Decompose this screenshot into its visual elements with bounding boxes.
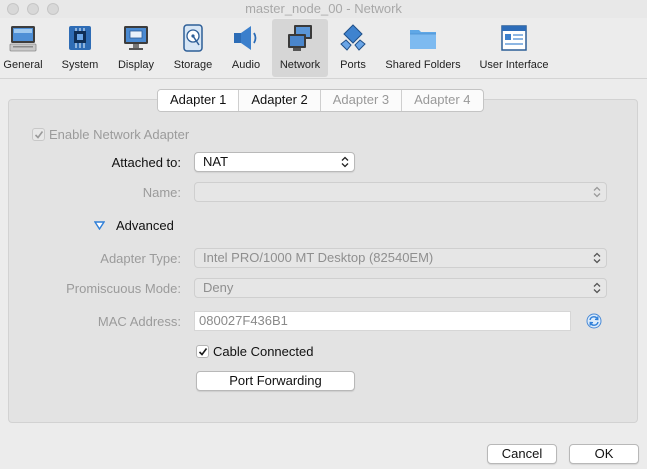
- toolbar-item-general[interactable]: General: [0, 19, 46, 77]
- updown-chevron-icon: [593, 282, 601, 294]
- updown-chevron-icon: [593, 252, 601, 264]
- tab-adapter-1[interactable]: Adapter 1: [158, 90, 239, 111]
- toolbar-item-user-interface[interactable]: User Interface: [474, 19, 554, 77]
- disclosure-triangle-icon[interactable]: [94, 221, 105, 230]
- user-interface-icon: [501, 25, 527, 51]
- promiscuous-mode-label: Promiscuous Mode:: [66, 281, 181, 296]
- system-icon: [69, 26, 91, 50]
- mac-address-input[interactable]: 080027F436B1: [194, 311, 571, 331]
- enable-adapter-checkbox[interactable]: [32, 128, 45, 141]
- tab-adapter-2[interactable]: Adapter 2: [238, 90, 319, 111]
- checkmark-icon: [34, 131, 44, 139]
- toolbar-label: Network: [279, 59, 321, 71]
- adapter-tabs: Adapter 1 Adapter 2 Adapter 3 Adapter 4: [157, 89, 484, 112]
- tab-adapter-4[interactable]: Adapter 4: [401, 90, 482, 111]
- attached-to-value: NAT: [203, 154, 229, 169]
- storage-icon: [183, 24, 203, 52]
- cancel-button[interactable]: Cancel: [487, 444, 557, 464]
- toolbar-label: User Interface: [479, 59, 549, 71]
- promiscuous-mode-value: Deny: [203, 280, 234, 295]
- advanced-label[interactable]: Advanced: [116, 218, 174, 233]
- toolbar-item-shared-folders[interactable]: Shared Folders: [382, 19, 464, 77]
- ports-icon: [340, 24, 366, 51]
- toolbar-item-audio[interactable]: Audio: [226, 19, 266, 77]
- port-forwarding-button[interactable]: Port Forwarding: [196, 371, 355, 391]
- promiscuous-mode-select[interactable]: Deny: [194, 278, 607, 298]
- window-title: master_node_00 - Network: [245, 1, 402, 16]
- display-icon: [124, 26, 148, 50]
- tab-adapter-3[interactable]: Adapter 3: [319, 90, 401, 111]
- shared-folders-icon: [410, 30, 436, 49]
- toolbar-label: Shared Folders: [385, 59, 461, 71]
- checkmark-icon: [198, 348, 208, 356]
- toolbar-item-display[interactable]: Display: [112, 19, 160, 77]
- updown-chevron-icon: [341, 156, 349, 168]
- cable-connected-label: Cable Connected: [213, 344, 314, 359]
- mac-address-value: 080027F436B1: [199, 313, 288, 328]
- toolbar-item-ports[interactable]: Ports: [334, 19, 372, 77]
- toolbar-item-system[interactable]: System: [56, 19, 104, 77]
- adapter-type-label: Adapter Type:: [100, 251, 181, 266]
- toolbar-label: Ports: [340, 59, 366, 71]
- cable-connected-checkbox[interactable]: [196, 345, 209, 358]
- title-bar: master_node_00 - Network: [0, 0, 647, 18]
- toolbar-label: Display: [117, 59, 155, 71]
- refresh-mac-icon[interactable]: [586, 313, 602, 329]
- name-select[interactable]: [194, 182, 607, 202]
- network-icon: [288, 25, 312, 51]
- ok-button[interactable]: OK: [569, 444, 639, 464]
- attached-to-label: Attached to:: [111, 155, 181, 170]
- toolbar-label: Storage: [173, 59, 213, 71]
- attached-to-select[interactable]: NAT: [194, 152, 355, 172]
- toolbar-label: System: [61, 59, 99, 71]
- toolbar-item-storage[interactable]: Storage: [168, 19, 218, 77]
- adapter-type-select[interactable]: Intel PRO/1000 MT Desktop (82540EM): [194, 248, 607, 268]
- toolbar-label: General: [3, 59, 43, 71]
- adapter-type-value: Intel PRO/1000 MT Desktop (82540EM): [203, 250, 434, 265]
- toolbar-item-network[interactable]: Network: [272, 19, 328, 77]
- mac-address-label: MAC Address:: [97, 314, 181, 329]
- general-icon: [9, 26, 37, 52]
- enable-adapter-label: Enable Network Adapter: [49, 127, 190, 142]
- updown-chevron-icon: [593, 186, 601, 198]
- name-label: Name:: [142, 185, 181, 200]
- toolbar-label: Audio: [231, 59, 261, 71]
- settings-toolbar: General System Display Storage Audio Net…: [0, 18, 647, 79]
- audio-icon: [234, 26, 257, 50]
